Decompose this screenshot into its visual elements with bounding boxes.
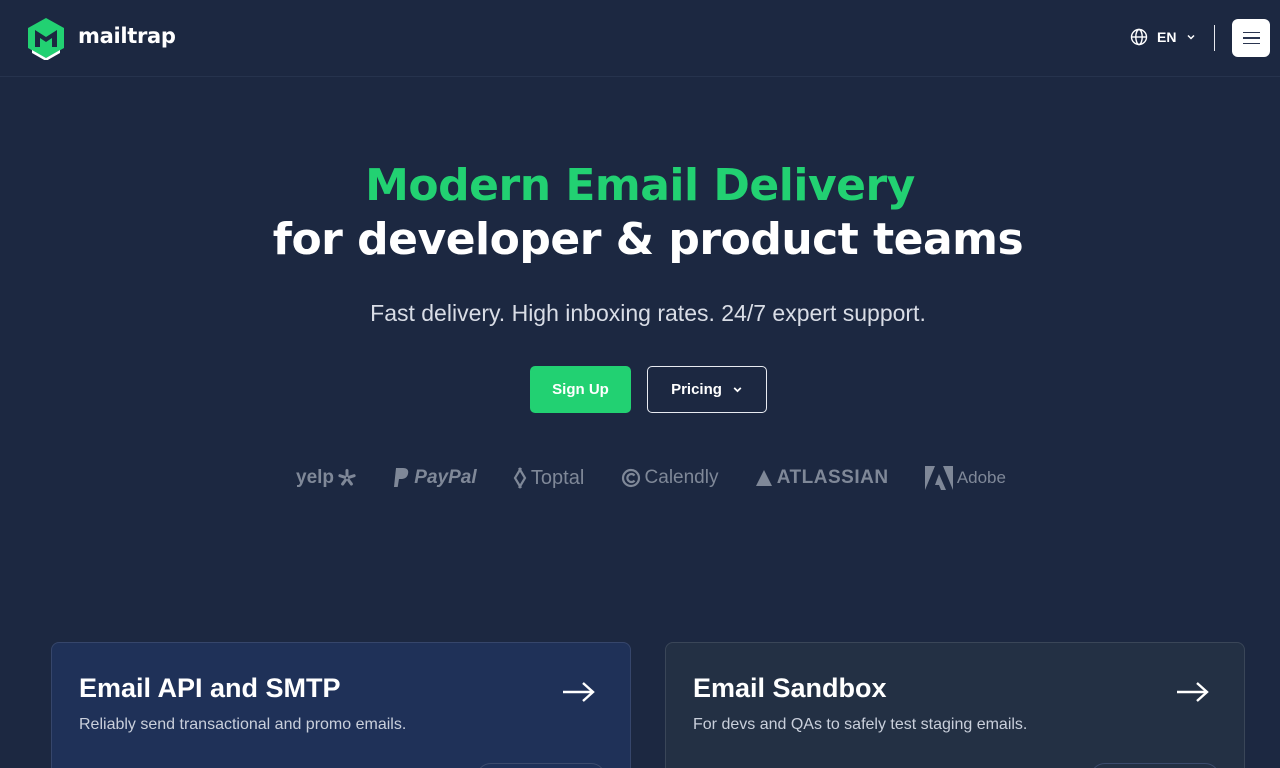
brand-calendly: Calendly — [621, 467, 719, 489]
brand-yelp-text: yelp — [296, 467, 335, 488]
atlassian-triangle-icon — [755, 470, 772, 486]
brand-adobe: Adobe — [924, 466, 1006, 490]
sign-up-label: Sign Up — [552, 381, 609, 398]
card-action-pill[interactable] — [1090, 763, 1220, 768]
brand-toptal: Toptal — [513, 467, 584, 490]
card-action-pill[interactable] — [476, 763, 606, 768]
adobe-a-icon — [924, 466, 953, 490]
yelp-burst-icon — [338, 469, 356, 486]
hero-title-line2: for developer & product teams — [272, 214, 1024, 265]
card-title: Email Sandbox — [693, 673, 887, 703]
brand-yelp: yelp — [296, 467, 356, 489]
customer-logos: yelp PayPal Toptal Calendly ATLASSIAN Ad… — [296, 460, 1006, 496]
pricing-label: Pricing — [671, 381, 722, 398]
mailtrap-logo-icon — [28, 18, 64, 60]
mailtrap-logo[interactable]: mailtrap — [26, 16, 176, 60]
menu-line-icon — [1242, 37, 1260, 39]
brand-toptal-text: Toptal — [530, 466, 585, 489]
brand-paypal: PayPal — [392, 467, 477, 489]
card-email-sandbox[interactable]: Email Sandbox For devs and QAs to safely… — [665, 642, 1245, 768]
calendly-c-icon — [621, 468, 640, 488]
brand-paypal-text: PayPal — [414, 467, 477, 488]
chevron-down-icon — [733, 387, 742, 393]
paypal-p-icon — [394, 468, 409, 487]
globe-icon — [1130, 28, 1148, 46]
brand-calendly-text: Calendly — [644, 467, 719, 488]
card-description: Reliably send transactional and promo em… — [79, 716, 407, 733]
hero-title-line1: Modern Email Delivery — [365, 160, 915, 211]
card-title: Email API and SMTP — [79, 673, 341, 703]
brand-atlassian-text: ATLASSIAN — [776, 467, 889, 488]
pricing-dropdown-button[interactable]: Pricing — [647, 366, 767, 413]
chevron-down-icon — [1187, 34, 1195, 40]
card-email-api-smtp[interactable]: Email API and SMTP Reliably send transac… — [51, 642, 631, 768]
menu-line-icon — [1242, 31, 1260, 34]
brand-adobe-text: Adobe — [956, 468, 1006, 487]
menu-line-icon — [1242, 42, 1260, 45]
logo-text: mailtrap — [78, 24, 176, 48]
header-divider — [1214, 25, 1215, 51]
hamburger-menu-button[interactable] — [1232, 19, 1270, 57]
brand-atlassian: ATLASSIAN — [755, 467, 889, 489]
language-label: EN — [1157, 29, 1177, 45]
arrow-right-icon — [1177, 682, 1209, 702]
arrow-right-icon — [563, 682, 595, 702]
language-selector[interactable]: EN — [1130, 28, 1196, 46]
hero-subtitle: Fast delivery. High inboxing rates. 24/7… — [370, 300, 926, 326]
toptal-mark-icon — [513, 467, 527, 489]
sign-up-button[interactable]: Sign Up — [530, 366, 631, 413]
top-navbar: mailtrap EN — [0, 0, 1280, 77]
card-description: For devs and QAs to safely test staging … — [693, 716, 1028, 733]
